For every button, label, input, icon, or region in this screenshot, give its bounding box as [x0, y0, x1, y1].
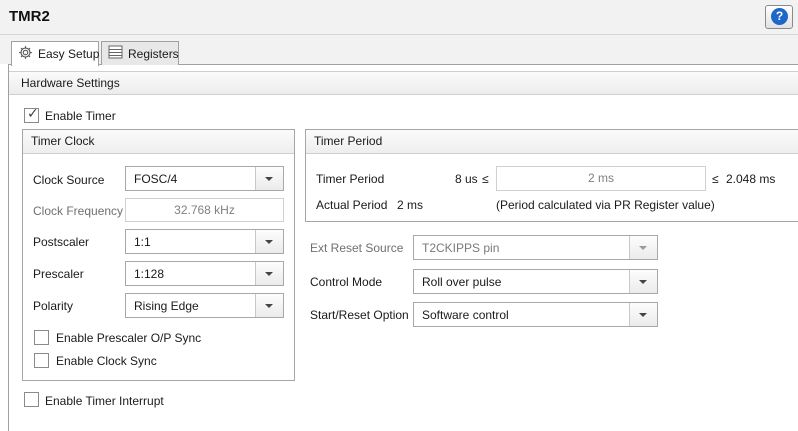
- start-reset-option-value: Software control: [422, 308, 509, 322]
- postscaler-value: 1:1: [134, 235, 151, 249]
- chevron-down-icon: [639, 313, 647, 317]
- actual-period-value: 2 ms: [397, 198, 424, 212]
- prescaler-dropdown[interactable]: 1:128: [125, 261, 284, 286]
- dropdown-button: [629, 236, 657, 259]
- hardware-settings-header: Hardware Settings: [9, 71, 798, 95]
- dropdown-button[interactable]: [255, 294, 283, 317]
- enable-timer-checkbox[interactable]: ✓: [24, 106, 39, 123]
- tab-easy-setup[interactable]: Easy Setup: [11, 41, 99, 66]
- timer-period-min: 8 us: [455, 172, 478, 186]
- chevron-down-icon: [265, 177, 273, 181]
- help-icon: ?: [771, 8, 788, 25]
- ext-reset-source-dropdown: T2CKIPPS pin: [413, 235, 658, 260]
- dropdown-button[interactable]: [629, 270, 657, 293]
- chevron-down-icon: [265, 240, 273, 244]
- dropdown-button[interactable]: [629, 303, 657, 326]
- polarity-dropdown[interactable]: Rising Edge: [125, 293, 284, 318]
- postscaler-label: Postscaler: [33, 235, 90, 249]
- enable-timer-interrupt-label: Enable Timer Interrupt: [45, 394, 164, 408]
- tab-registers-label: Registers: [128, 46, 179, 61]
- control-mode-value: Roll over pulse: [422, 275, 502, 289]
- register-table-icon: [108, 45, 123, 62]
- tab-easy-setup-label: Easy Setup: [38, 47, 100, 61]
- hardware-settings-title: Hardware Settings: [21, 76, 120, 90]
- start-reset-option-dropdown[interactable]: Software control: [413, 302, 658, 327]
- window-title: TMR2: [9, 8, 50, 25]
- enable-timer-label: Enable Timer: [45, 109, 116, 123]
- less-equal-symbol: ≤: [482, 172, 489, 186]
- timer-period-input[interactable]: 2 ms: [496, 166, 706, 191]
- dropdown-button[interactable]: [255, 230, 283, 253]
- period-note: (Period calculated via PR Register value…: [496, 198, 715, 212]
- clock-frequency-field: 32.768 kHz: [125, 198, 284, 222]
- dropdown-button[interactable]: [255, 262, 283, 285]
- clock-source-value: FOSC/4: [134, 172, 178, 186]
- chevron-down-icon: [639, 280, 647, 284]
- timer-period-title: Timer Period: [306, 130, 798, 154]
- clock-sync-label: Enable Clock Sync: [56, 354, 157, 368]
- polarity-label: Polarity: [33, 299, 74, 313]
- checkmark-icon: ✓: [27, 106, 39, 122]
- chevron-down-icon: [639, 246, 647, 250]
- tab-registers[interactable]: Registers: [101, 41, 179, 65]
- ext-reset-source-value: T2CKIPPS pin: [422, 241, 500, 255]
- dropdown-button[interactable]: [255, 167, 283, 190]
- control-mode-dropdown[interactable]: Roll over pulse: [413, 269, 658, 294]
- control-mode-label: Control Mode: [310, 275, 383, 289]
- prescaler-label: Prescaler: [33, 267, 84, 281]
- polarity-value: Rising Edge: [134, 299, 199, 313]
- ext-reset-source-label: Ext Reset Source: [310, 241, 404, 255]
- postscaler-dropdown[interactable]: 1:1: [125, 229, 284, 254]
- prescaler-sync-label: Enable Prescaler O/P Sync: [56, 331, 202, 345]
- chevron-down-icon: [265, 272, 273, 276]
- enable-timer-interrupt-checkbox[interactable]: [24, 392, 39, 407]
- clock-sync-checkbox[interactable]: [34, 353, 49, 368]
- timer-clock-title: Timer Clock: [23, 130, 294, 154]
- gear-icon: [18, 45, 33, 63]
- start-reset-option-label: Start/Reset Option: [310, 308, 409, 322]
- help-button[interactable]: ?: [765, 5, 793, 29]
- timer-period-label: Timer Period: [316, 172, 385, 186]
- prescaler-value: 1:128: [134, 267, 165, 281]
- clock-frequency-label: Clock Frequency: [33, 204, 124, 218]
- title-bar: [0, 0, 798, 35]
- clock-source-dropdown[interactable]: FOSC/4: [125, 166, 284, 191]
- timer-period-max: 2.048 ms: [726, 172, 776, 186]
- prescaler-sync-checkbox[interactable]: [34, 330, 49, 345]
- actual-period-label: Actual Period: [316, 198, 388, 212]
- less-equal-symbol: ≤: [712, 172, 719, 186]
- chevron-down-icon: [265, 304, 273, 308]
- clock-source-label: Clock Source: [33, 173, 105, 187]
